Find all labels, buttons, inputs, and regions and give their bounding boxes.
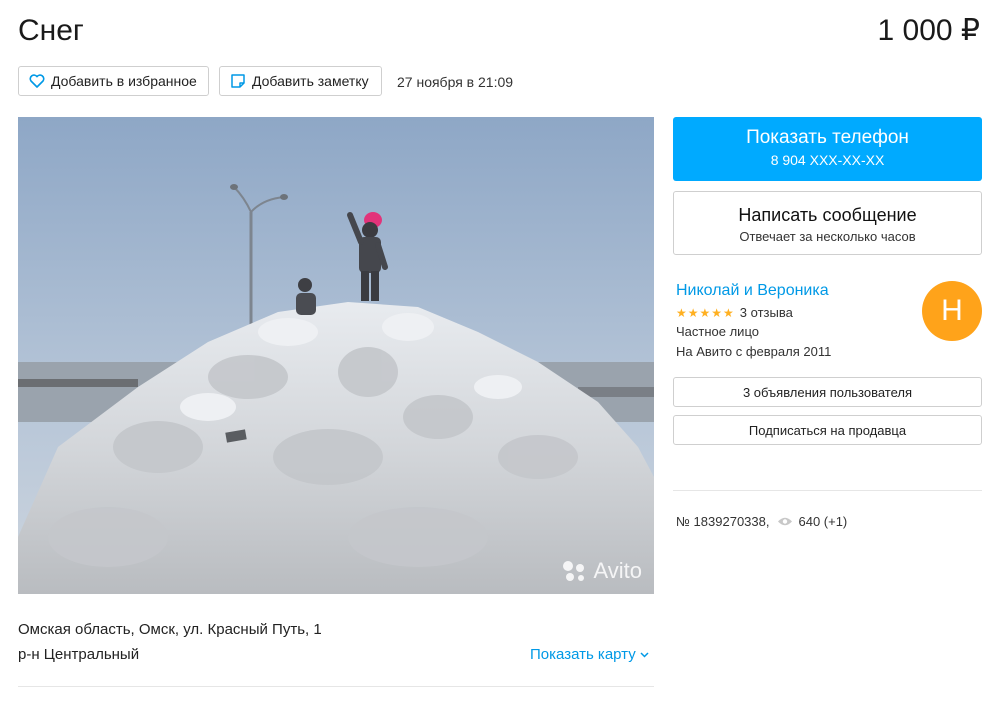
eye-icon	[777, 516, 793, 527]
response-time-label: Отвечает за несколько часов	[739, 229, 916, 244]
listing-title: Снег	[18, 14, 84, 47]
note-icon	[230, 73, 252, 89]
seller-since: На Авито с февраля 2011	[676, 344, 832, 359]
user-listings-button[interactable]: 3 объявления пользователя	[673, 377, 982, 407]
seller-avatar[interactable]: Н	[922, 281, 982, 341]
add-note-button[interactable]: Добавить заметку	[219, 66, 382, 96]
write-message-button[interactable]: Написать сообщение Отвечает за несколько…	[673, 191, 982, 255]
chevron-down-icon	[640, 651, 649, 658]
rating-stars: ★★★★★	[676, 305, 735, 320]
seller-name-link[interactable]: Николай и Вероника	[676, 282, 829, 300]
listing-price: 1 000 ₽	[877, 14, 981, 47]
listing-photo[interactable]: Avito	[18, 117, 654, 594]
masked-phone-number: 8 904 XXX-XX-XX	[770, 152, 885, 168]
heart-icon	[29, 74, 51, 88]
watermark-text: Avito	[593, 558, 642, 583]
subscribe-seller-button[interactable]: Подписаться на продавца	[673, 415, 982, 445]
district-text: р-н Центральный	[18, 646, 140, 663]
show-phone-label: Показать телефон	[746, 127, 909, 148]
address-text: Омская область, Омск, ул. Красный Путь, …	[18, 621, 322, 638]
ad-number: № 1839270338,	[676, 514, 770, 529]
listing-meta: № 1839270338, 640 (+1)	[676, 514, 847, 529]
bottom-divider	[18, 686, 654, 687]
seller-type: Частное лицо	[676, 324, 759, 339]
views-count: 640 (+1)	[798, 514, 848, 529]
add-to-favorites-label: Добавить в избранное	[51, 73, 197, 89]
show-map-link[interactable]: Показать карту	[530, 646, 649, 663]
sidebar-divider	[673, 490, 982, 491]
seller-rating[interactable]: ★★★★★ 3 отзыва	[676, 305, 793, 320]
add-note-label: Добавить заметку	[252, 73, 369, 89]
write-message-label: Написать сообщение	[738, 205, 917, 225]
show-phone-button[interactable]: Показать телефон 8 904 XXX-XX-XX	[673, 117, 982, 181]
avito-watermark: Avito	[561, 558, 642, 584]
reviews-count: 3 отзыва	[739, 305, 793, 320]
show-map-label: Показать карту	[530, 646, 636, 663]
add-to-favorites-button[interactable]: Добавить в избранное	[18, 66, 209, 96]
publish-date: 27 ноября в 21:09	[397, 74, 514, 90]
